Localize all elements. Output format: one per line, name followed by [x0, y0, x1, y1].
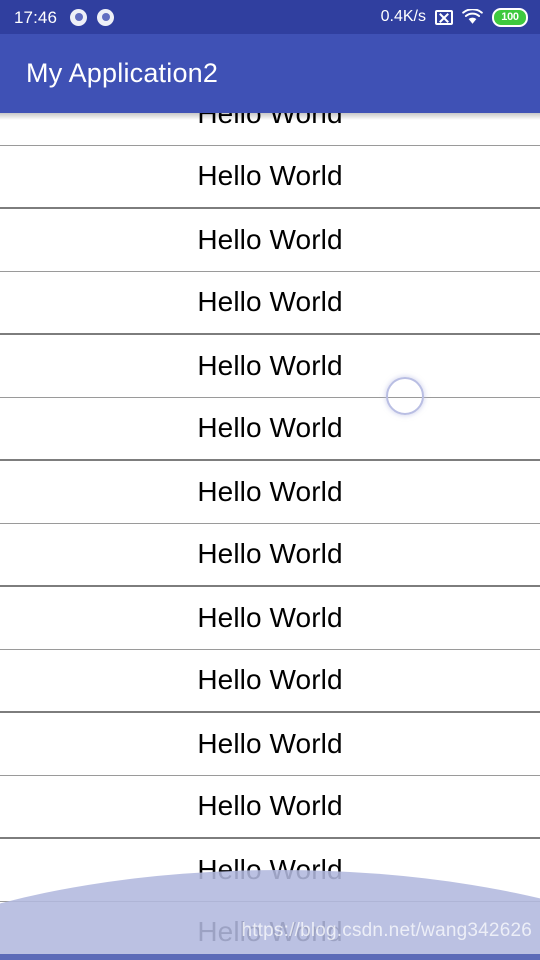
app-bar: My Application2: [0, 34, 540, 113]
list-item-label: Hello World: [197, 286, 343, 318]
battery-icon: 100: [492, 7, 528, 27]
circle-notification-icon: [70, 8, 88, 26]
network-speed-label: 0.4K/s: [380, 8, 426, 25]
list-view[interactable]: Hello World Hello World Hello World Hello W…: [0, 113, 540, 960]
list-item[interactable]: Hello World: [0, 398, 540, 460]
list-item-label: Hello World: [197, 113, 343, 129]
battery-level-label: 100: [501, 10, 519, 23]
list-item-label: Hello World: [197, 916, 343, 948]
list-item-label: Hello World: [197, 727, 343, 759]
list-item-label: Hello World: [197, 664, 343, 696]
bottom-navigation-strip: [0, 954, 540, 960]
list-item[interactable]: Hello World: [0, 902, 540, 960]
status-bar-clock: 17:46: [14, 7, 58, 27]
list-item[interactable]: Hello World: [0, 335, 540, 397]
list-item-label: Hello World: [197, 790, 343, 822]
list-item-label: Hello World: [197, 349, 343, 381]
wifi-icon: [462, 9, 483, 25]
status-bar-system-icons: 0.4K/s 100: [380, 7, 528, 27]
no-sim-icon: [435, 9, 453, 25]
circle-notification-icon: [97, 8, 115, 26]
list-item[interactable]: Hello World: [0, 713, 540, 775]
list-item[interactable]: Hello World: [0, 209, 540, 271]
list-item-label: Hello World: [197, 601, 343, 633]
list-item-label: Hello World: [197, 412, 343, 444]
list-item[interactable]: Hello World: [0, 524, 540, 586]
list-item[interactable]: Hello World: [0, 113, 540, 145]
list-item-label: Hello World: [197, 853, 343, 885]
status-bar: 17:46 0.4K/s 100: [0, 0, 540, 34]
app-bar-title: My Application2: [26, 58, 219, 88]
list-item-label: Hello World: [197, 223, 343, 255]
list-item[interactable]: Hello World: [0, 461, 540, 523]
list-container: Hello World Hello World Hello World Hello W…: [0, 113, 540, 960]
android-device-screen: 17:46 0.4K/s 100 My Application2 Hello W…: [0, 0, 540, 960]
list-item[interactable]: Hello World: [0, 776, 540, 838]
list-item-label: Hello World: [197, 160, 343, 192]
list-item-label: Hello World: [197, 475, 343, 507]
list-item[interactable]: Hello World: [0, 587, 540, 649]
list-item-label: Hello World: [197, 538, 343, 570]
list-item[interactable]: Hello World: [0, 272, 540, 334]
list-item[interactable]: Hello World: [0, 839, 540, 901]
list-item[interactable]: Hello World: [0, 146, 540, 208]
status-bar-notification-icons: [70, 8, 115, 26]
list-item[interactable]: Hello World: [0, 650, 540, 712]
